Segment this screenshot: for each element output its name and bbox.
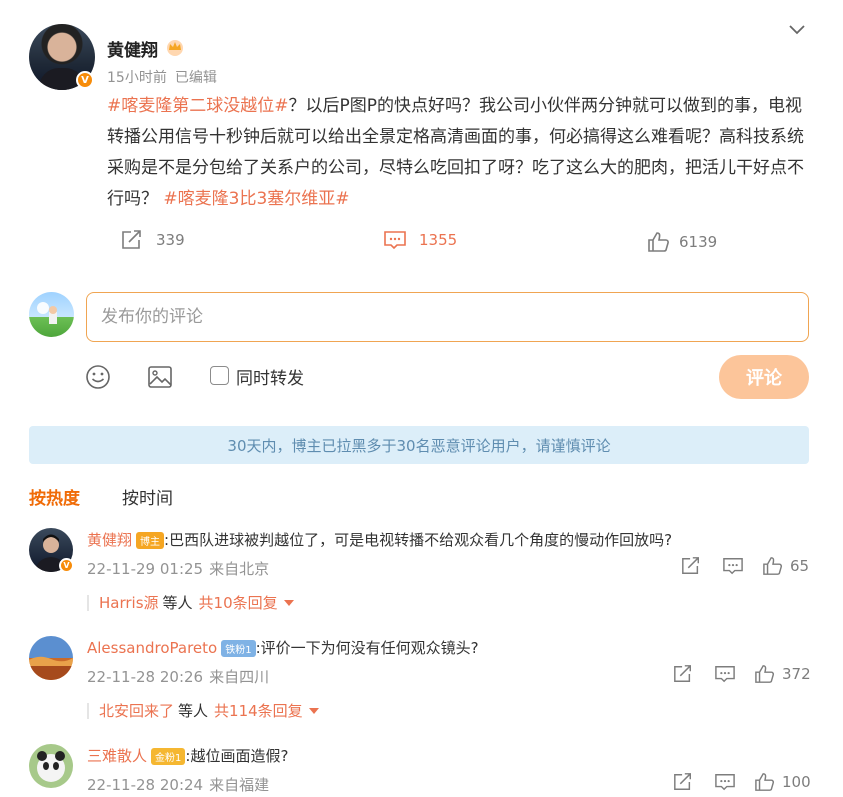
comment-avatar[interactable]: [29, 636, 73, 680]
topic-link[interactable]: #喀麦隆第二球没越位#: [107, 96, 289, 116]
comment-icon[interactable]: [714, 772, 736, 792]
comment-like-button[interactable]: 372: [754, 664, 811, 684]
commenter-name[interactable]: 黄健翔: [87, 531, 132, 549]
comment-input[interactable]: [86, 292, 809, 342]
comment-icon[interactable]: [722, 556, 744, 576]
repost-icon[interactable]: [672, 664, 694, 684]
comment-icon[interactable]: [714, 664, 736, 684]
repost-checkbox[interactable]: [210, 366, 229, 385]
comment-row: AlessandroPareto 铁粉1:评价一下为何没有任何观众镜头?: [87, 637, 479, 658]
comment-like-count: 372: [782, 665, 811, 683]
comment-avatar[interactable]: [29, 744, 73, 788]
emoji-icon[interactable]: [85, 364, 111, 390]
fan-badge: 金粉1: [151, 748, 186, 765]
comment-text: :评价一下为何没有任何观众镜头?: [255, 639, 479, 657]
comment-meta: 22-11-28 20:24 来自福建: [87, 774, 269, 795]
caret-down-icon: [308, 707, 319, 714]
comment-location: 来自福建: [209, 776, 270, 794]
comment-text: :越位画面造假?: [185, 747, 289, 765]
reply-divider: [87, 702, 89, 719]
reply-user[interactable]: Harris源: [99, 592, 159, 613]
comment-location: 来自北京: [209, 560, 270, 578]
thumbs-up-icon: [763, 557, 783, 575]
reply-divider: [87, 594, 89, 611]
comment-like-count: 65: [790, 557, 810, 575]
reply-mid: 等人: [162, 594, 193, 612]
comment-text: :巴西队进球被判越位了，可是电视转播不给观众看几个角度的慢动作回放吗?: [164, 531, 673, 549]
author-badge: 博主: [136, 532, 165, 549]
repost-icon[interactable]: [672, 772, 694, 792]
verified-badge-icon: V: [59, 558, 74, 573]
comment-icon: [384, 231, 406, 250]
edited-label[interactable]: 已编辑: [175, 70, 217, 86]
comment-meta: 22-11-29 01:25 来自北京: [87, 558, 269, 579]
avatar-illustration: [37, 302, 57, 324]
verified-badge-icon: V: [76, 71, 94, 89]
reply-summary[interactable]: 北安回来了 等人 共114条回复: [87, 700, 319, 721]
post-meta: 15小时前 已编辑: [107, 67, 217, 87]
reply-summary[interactable]: Harris源 等人 共10条回复: [87, 592, 294, 613]
fan-badge: 铁粉1: [221, 640, 256, 657]
comment-date: 22-11-28 20:24: [87, 776, 204, 794]
repost-checkbox-label[interactable]: 同时转发: [236, 364, 304, 389]
comment-like-count: 100: [782, 773, 811, 791]
my-avatar[interactable]: [29, 292, 74, 337]
repost-icon: [122, 230, 141, 249]
comment-button[interactable]: 1355: [383, 226, 457, 254]
image-icon[interactable]: [147, 364, 173, 390]
post-time[interactable]: 15小时前: [107, 70, 167, 86]
comment-row: 黄健翔 博主:巴西队进球被判越位了，可是电视转播不给观众看几个角度的慢动作回放吗?: [87, 529, 672, 550]
comment-like-button[interactable]: 65: [762, 556, 809, 576]
thumbs-up-icon: [648, 232, 669, 252]
reply-total[interactable]: 共114条回复: [214, 700, 303, 721]
commenter-name[interactable]: AlessandroPareto: [87, 639, 217, 657]
thumbs-up-icon: [755, 773, 775, 791]
thumbs-up-icon: [755, 665, 775, 683]
avatar-photo: [29, 636, 73, 680]
reply-mid: 等人: [178, 702, 209, 720]
chevron-down-icon[interactable]: [787, 19, 807, 39]
commenter-name[interactable]: 三难散人: [87, 747, 147, 765]
comment-location: 来自四川: [209, 668, 270, 686]
submit-comment-button[interactable]: 评论: [719, 355, 809, 399]
comment-row: 三难散人 金粉1:越位画面造假?: [87, 745, 288, 766]
reply-user[interactable]: 北安回来了: [99, 700, 174, 721]
repost-count: 339: [156, 231, 185, 249]
post-content: #喀麦隆第二球没越位#？以后P图P的快点好吗？我公司小伙伴两分钟就可以做到的事，…: [107, 91, 813, 215]
comment-date: 22-11-28 20:26: [87, 668, 204, 686]
crown-icon: [167, 40, 183, 56]
tab-hot[interactable]: 按热度: [29, 484, 80, 509]
like-button[interactable]: 6139: [647, 228, 717, 256]
comment-date: 22-11-29 01:25: [87, 560, 204, 578]
topic-link[interactable]: #喀麦隆3比3塞尔维亚#: [163, 189, 349, 209]
repost-icon[interactable]: [680, 556, 702, 576]
repost-button[interactable]: 339: [120, 226, 185, 254]
reply-total[interactable]: 共10条回复: [199, 592, 278, 613]
comment-like-button[interactable]: 100: [754, 772, 811, 792]
caret-down-icon: [283, 599, 294, 606]
author-name[interactable]: 黄健翔: [107, 36, 158, 61]
like-count: 6139: [679, 233, 718, 251]
comment-count: 1355: [419, 231, 458, 249]
comment-meta: 22-11-28 20:26 来自四川: [87, 666, 269, 687]
tab-time[interactable]: 按时间: [122, 484, 173, 509]
moderation-notice: 30天内，博主已拉黑多于30名恶意评论用户，请谨慎评论: [29, 426, 809, 464]
avatar-photo: [29, 744, 73, 788]
